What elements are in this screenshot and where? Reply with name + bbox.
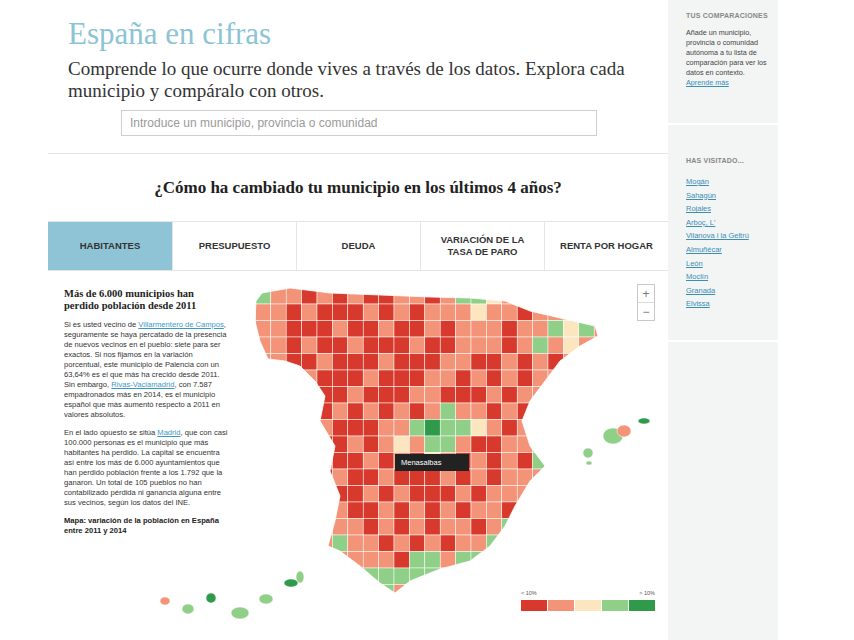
- sidebar-rest: [668, 340, 778, 640]
- map-row: [240, 519, 610, 536]
- legend-scale: [521, 600, 655, 611]
- visited-panel: HAS VISITADO... MogánSahagúnRojalesArboç…: [668, 123, 778, 340]
- map-row: [240, 304, 610, 321]
- map-row: [240, 370, 610, 387]
- zoom-out-button[interactable]: −: [638, 303, 654, 320]
- legend-swatch: [629, 600, 655, 611]
- map-row: [240, 403, 610, 420]
- tab-label: VARIACIÓN DE LA TASA DE PARO: [431, 234, 534, 258]
- map-row: [240, 354, 610, 371]
- main-content: España en cifras Comprende lo que ocurre…: [48, 0, 668, 640]
- subtitle: Comprende lo que ocurre donde vives a tr…: [68, 58, 643, 102]
- island[interactable]: [182, 604, 194, 614]
- article-text: , seguramente se haya percatado de la pr…: [64, 320, 227, 389]
- tab-label: DEUDA: [342, 240, 376, 252]
- island[interactable]: [206, 593, 216, 603]
- island[interactable]: [160, 597, 170, 605]
- map-row: [240, 552, 610, 569]
- article-text: Si es usted vecino de: [64, 320, 138, 329]
- island[interactable]: [638, 418, 650, 424]
- legend-swatch: [548, 600, 574, 611]
- legend-swatch: [521, 600, 547, 611]
- legend-min-label: < 10%: [521, 590, 537, 597]
- zoom-control: + −: [637, 284, 655, 321]
- legend-swatch: [602, 600, 628, 611]
- learn-more-link[interactable]: Aprende más: [686, 78, 770, 88]
- visited-link[interactable]: Elvissa: [686, 297, 770, 311]
- divider: [48, 153, 668, 154]
- zoom-in-button[interactable]: +: [638, 285, 654, 302]
- visited-link[interactable]: Rojales: [686, 202, 770, 216]
- search-input[interactable]: [121, 110, 597, 136]
- tab-label: PRESUPUESTO: [199, 240, 271, 252]
- map-row: [240, 271, 610, 288]
- visited-link[interactable]: Mogán: [686, 175, 770, 189]
- tab-label: HABITANTES: [80, 240, 141, 252]
- comparisons-title: TUS COMPARACIONES: [686, 11, 770, 20]
- map-row: [240, 288, 610, 305]
- article-link[interactable]: Villarmentero de Campos: [138, 320, 224, 329]
- map-row: [240, 585, 610, 602]
- map-row: [240, 337, 610, 354]
- tab[interactable]: PRESUPUESTO: [172, 222, 296, 270]
- map-row: [240, 387, 610, 404]
- map-row: [240, 469, 610, 486]
- visited-link[interactable]: Vilanova i la Geltrú: [686, 229, 770, 243]
- search-wrap: [121, 110, 668, 136]
- peninsula[interactable]: [240, 271, 610, 601]
- header: España en cifras Comprende lo que ocurre…: [48, 0, 668, 102]
- article-heading: Más de 6.000 municipios han perdido pobl…: [64, 288, 230, 312]
- map-row: [240, 502, 610, 519]
- visited-link[interactable]: Almuñécar: [686, 243, 770, 257]
- article-link[interactable]: Rivas-Vaciamadrid: [111, 380, 174, 389]
- island[interactable]: [586, 461, 592, 465]
- visited-list: MogánSahagúnRojalesArboç, L'Vilanova i l…: [686, 175, 770, 311]
- visited-link[interactable]: Moclín: [686, 270, 770, 284]
- map-row: [240, 420, 610, 437]
- map-row: [240, 436, 610, 453]
- island[interactable]: [583, 448, 593, 458]
- article-link[interactable]: Madrid: [157, 428, 180, 437]
- visited-link[interactable]: Granada: [686, 284, 770, 298]
- visited-link[interactable]: Arboç, L': [686, 216, 770, 230]
- tab[interactable]: RENTA POR HOGAR: [544, 222, 668, 270]
- article-paragraph: En el lado opuesto se sitúa Madrid, que …: [64, 428, 230, 508]
- sidebar: TUS COMPARACIONES Añade un municipio, pr…: [668, 0, 778, 640]
- island[interactable]: [296, 571, 304, 583]
- island[interactable]: [284, 579, 298, 587]
- tab[interactable]: DEUDA: [296, 222, 420, 270]
- island[interactable]: [259, 594, 273, 604]
- visited-link[interactable]: León: [686, 257, 770, 271]
- island[interactable]: [617, 425, 631, 437]
- article-text: , que con casi 100.000 personas es el mu…: [64, 428, 227, 507]
- article: Más de 6.000 municipios han perdido pobl…: [64, 271, 230, 536]
- legend-labels: < 10% > 10%: [521, 590, 655, 597]
- island[interactable]: [231, 607, 249, 619]
- tab[interactable]: HABITANTES: [48, 222, 172, 270]
- map-row: [240, 486, 610, 503]
- comparisons-text: Añade un municipio, provincia o comunida…: [686, 28, 770, 78]
- site-title: España en cifras: [68, 16, 668, 52]
- article-body: Si es usted vecino de Villarmentero de C…: [64, 320, 230, 508]
- tab-bar: HABITANTES PRESUPUESTO DEUDA VARIACIÓN DE L…: [48, 221, 668, 271]
- comparisons-panel: TUS COMPARACIONES Añade un municipio, pr…: [668, 0, 778, 123]
- legend-max-label: > 10%: [639, 590, 655, 597]
- article-text: En el lado opuesto se sitúa: [64, 428, 157, 437]
- map-row: [240, 535, 610, 552]
- tab-label: RENTA POR HOGAR: [560, 240, 653, 252]
- article-paragraph: Si es usted vecino de Villarmentero de C…: [64, 320, 230, 420]
- section-title: ¿Cómo ha cambiado tu municipio en los úl…: [48, 154, 668, 198]
- legend-swatch: [575, 600, 601, 611]
- visited-title: HAS VISITADO...: [686, 156, 770, 165]
- visited-link[interactable]: Sahagún: [686, 189, 770, 203]
- map-section: Más de 6.000 municipios han perdido pobl…: [48, 271, 668, 640]
- map-tooltip: Menasalbas: [395, 454, 469, 471]
- tab[interactable]: VARIACIÓN DE LA TASA DE PARO: [420, 222, 544, 270]
- map-legend: < 10% > 10%: [521, 590, 655, 611]
- map-row: [240, 321, 610, 338]
- page: España en cifras Comprende lo que ocurre…: [0, 0, 854, 640]
- map-caption: Mapa: variación de la población en Españ…: [64, 516, 230, 536]
